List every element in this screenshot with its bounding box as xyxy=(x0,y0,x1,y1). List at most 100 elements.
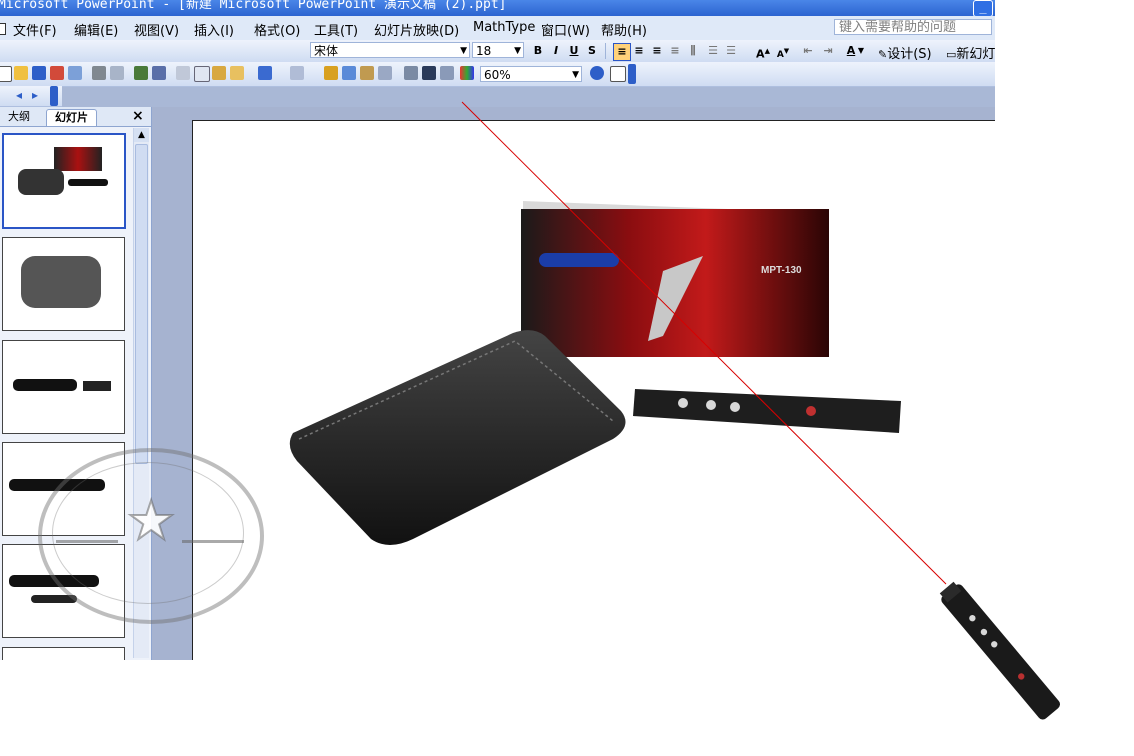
redo-icon[interactable] xyxy=(290,66,304,80)
copy-icon[interactable] xyxy=(194,66,210,82)
stamp-bar xyxy=(182,540,244,543)
show-formatting-icon[interactable] xyxy=(422,66,436,80)
menu-edit[interactable]: 编辑(E) xyxy=(74,20,118,39)
italic-button[interactable]: I xyxy=(548,43,564,59)
slide-thumbnail-3[interactable] xyxy=(2,340,125,434)
tab-outline[interactable]: 大纲 xyxy=(0,109,38,125)
format-painter-icon[interactable] xyxy=(230,66,244,80)
formatting-toolbar: 宋体 ▼ 18 ▼ B I U S ≡ ≡ ≡ ≡ ⫼ ☰ ☰ A▲ A▼ ⇤ … xyxy=(0,40,995,63)
design-button[interactable]: ✎设计(S) xyxy=(878,43,932,62)
zoom-value: 60% xyxy=(484,68,511,82)
tables-borders-icon[interactable] xyxy=(360,66,374,80)
open-folder-icon[interactable] xyxy=(14,66,28,80)
underline-button[interactable]: U xyxy=(566,43,582,59)
font-name-value: 宋体 xyxy=(314,44,339,58)
distribute-icon[interactable]: ⫼ xyxy=(685,43,701,59)
new-slide-label: 新幻灯 xyxy=(956,47,995,62)
chevron-down-icon[interactable]: ▼ xyxy=(572,67,579,81)
slide-thumbnail-1[interactable] xyxy=(2,133,126,229)
menu-window[interactable]: 窗口(W) xyxy=(541,20,590,39)
help-icon[interactable] xyxy=(590,66,604,80)
toolbar-options-handle[interactable] xyxy=(628,64,636,84)
print-icon[interactable] xyxy=(92,66,106,80)
standard-toolbar: 60% ▼ xyxy=(0,62,995,87)
slide-thumbnail-2[interactable] xyxy=(2,237,125,331)
decrease-font-icon[interactable]: A▼ xyxy=(775,43,791,60)
menu-help[interactable]: 帮助(H) xyxy=(601,20,647,39)
slide-canvas[interactable]: MPT-130 xyxy=(192,120,995,660)
minimize-button[interactable]: _ xyxy=(973,0,993,16)
undo-icon[interactable] xyxy=(258,66,272,80)
color-grayscale-icon[interactable] xyxy=(460,66,474,80)
permission-icon[interactable] xyxy=(50,66,64,80)
window-title: Microsoft PowerPoint - [新建 Microsoft Pow… xyxy=(0,0,507,12)
chevron-down-icon[interactable]: ▼ xyxy=(857,43,865,59)
close-icon[interactable]: × xyxy=(132,108,144,124)
justify-icon[interactable]: ≡ xyxy=(667,43,683,59)
expand-all-icon[interactable] xyxy=(404,66,418,80)
svg-text:MPT-130: MPT-130 xyxy=(761,265,802,276)
bullets-icon[interactable]: ☰ xyxy=(723,43,739,59)
toolbar-separator xyxy=(605,43,606,59)
numbering-icon[interactable]: ☰ xyxy=(705,43,721,59)
spelling-icon[interactable] xyxy=(134,66,148,80)
new-icon[interactable] xyxy=(0,66,12,82)
save-icon[interactable] xyxy=(32,66,46,80)
title-bar: Microsoft PowerPoint - [新建 Microsoft Pow… xyxy=(0,0,995,16)
zoom-combo[interactable]: 60% ▼ xyxy=(480,66,582,82)
menu-insert[interactable]: 插入(I) xyxy=(194,20,234,39)
decrease-indent-icon[interactable]: ⇤ xyxy=(800,43,816,59)
watermark-stamp: ★ xyxy=(38,448,264,624)
email-icon[interactable] xyxy=(68,66,82,80)
star-icon: ★ xyxy=(126,489,176,552)
product-photo: MPT-130 xyxy=(289,201,901,545)
new-slide-button[interactable]: ▭新幻灯 xyxy=(946,43,995,62)
slide-editing-area: MPT-130 xyxy=(152,107,995,660)
menu-file[interactable]: 文件(F) xyxy=(13,20,57,39)
thumb-image xyxy=(13,379,77,391)
align-right-icon[interactable]: ≡ xyxy=(649,43,665,59)
chevron-down-icon[interactable]: ▼ xyxy=(460,43,467,57)
align-left-icon[interactable]: ≡ xyxy=(613,43,631,61)
chart-icon[interactable] xyxy=(324,66,338,80)
menu-slideshow[interactable]: 幻灯片放映(D) xyxy=(374,20,459,39)
slide-thumbnail-6[interactable] xyxy=(2,647,125,660)
thumb-image xyxy=(21,256,101,308)
paste-icon[interactable] xyxy=(212,66,226,80)
shadow-button[interactable]: S xyxy=(584,43,600,59)
toolbar-options-handle[interactable] xyxy=(50,86,58,106)
menu-tools[interactable]: 工具(T) xyxy=(314,20,358,39)
scroll-up-icon[interactable]: ▲ xyxy=(134,128,149,142)
cut-icon[interactable] xyxy=(176,66,190,80)
arrow-left-icon[interactable]: ◂ xyxy=(16,88,22,102)
increase-indent-icon[interactable]: ⇥ xyxy=(820,43,836,59)
leather-case xyxy=(289,330,626,545)
align-center-icon[interactable]: ≡ xyxy=(631,43,647,59)
navigation-toolbar: ◂ ▸ xyxy=(0,86,62,107)
menu-view[interactable]: 视图(V) xyxy=(134,20,179,39)
font-name-combo[interactable]: 宋体 ▼ xyxy=(310,42,470,58)
menu-mathtype[interactable]: MathType xyxy=(473,20,535,35)
font-size-combo[interactable]: 18 ▼ xyxy=(472,42,524,58)
design-label: 设计(S) xyxy=(887,47,932,62)
options-icon[interactable] xyxy=(610,66,626,82)
thumb-image xyxy=(68,179,108,186)
grid-icon[interactable] xyxy=(440,66,454,80)
tab-slides[interactable]: 幻灯片 xyxy=(46,109,97,126)
menu-format[interactable]: 格式(O) xyxy=(254,20,300,39)
chevron-down-icon[interactable]: ▼ xyxy=(514,43,521,57)
research-icon[interactable] xyxy=(152,66,166,80)
thumb-image xyxy=(18,169,64,195)
help-search-input[interactable]: 键入需要帮助的问题 xyxy=(834,19,992,35)
print-preview-icon[interactable] xyxy=(110,66,124,80)
arrow-right-icon[interactable]: ▸ xyxy=(32,88,38,102)
hyperlink-icon[interactable] xyxy=(378,66,392,80)
laser-pointer-product xyxy=(633,389,901,433)
bold-button[interactable]: B xyxy=(530,43,546,59)
product-box: MPT-130 xyxy=(521,201,829,357)
table-icon[interactable] xyxy=(342,66,356,80)
scroll-thumb[interactable] xyxy=(135,144,148,464)
increase-font-icon[interactable]: A▲ xyxy=(755,43,771,61)
stamp-bar xyxy=(56,540,118,543)
new-slide-icon: ▭ xyxy=(946,48,957,61)
